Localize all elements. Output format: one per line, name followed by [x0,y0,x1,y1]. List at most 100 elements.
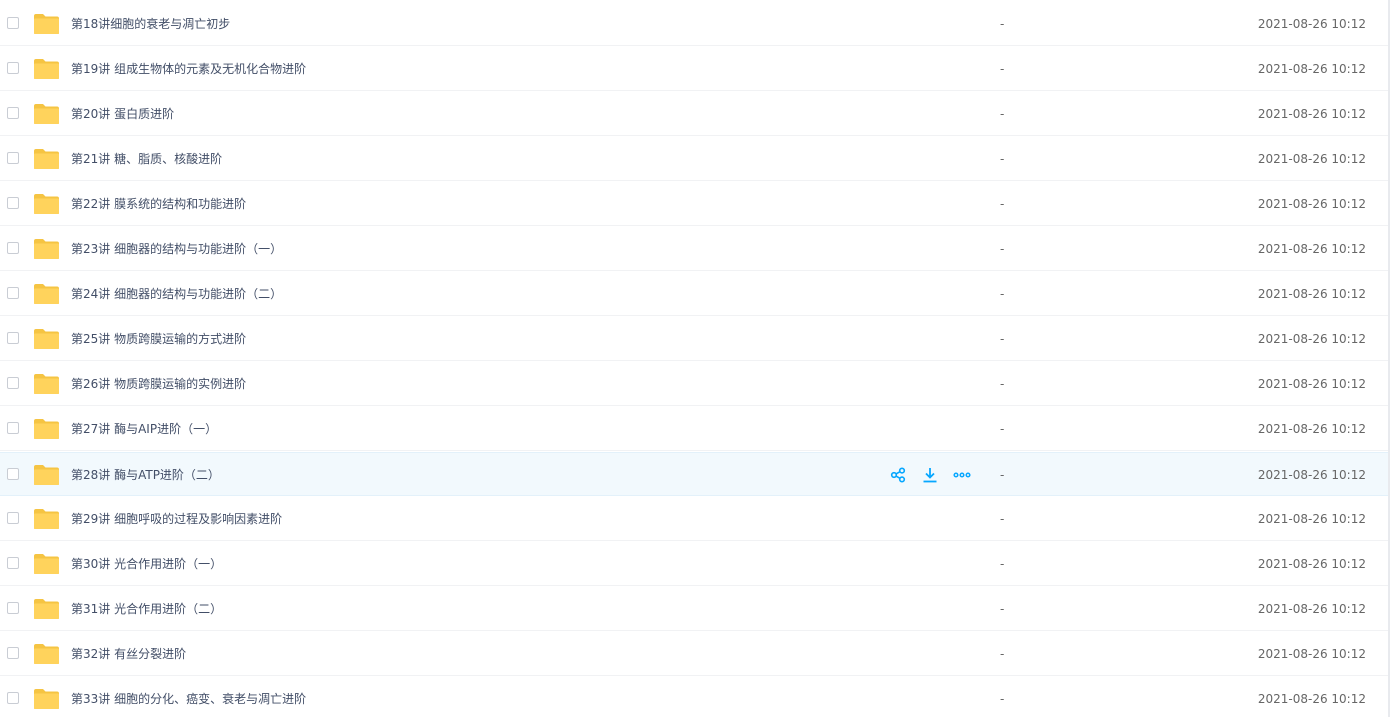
file-row[interactable]: 第30讲 光合作用进阶（一） - 2021-08-26 10:12 [0,542,1388,586]
row-checkbox[interactable] [7,692,19,704]
row-checkbox[interactable] [7,602,19,614]
modified-date: 2021-08-26 10:12 [1257,377,1366,391]
row-checkbox[interactable] [7,332,19,344]
folder-icon[interactable] [33,643,60,665]
folder-icon[interactable] [33,148,60,170]
folder-icon[interactable] [33,418,60,440]
row-checkbox[interactable] [7,242,19,254]
row-checkbox[interactable] [7,287,19,299]
row-checkbox[interactable] [7,17,19,29]
file-size: - [1000,62,1005,76]
more-icon [953,472,971,478]
folder-icon[interactable] [33,328,60,350]
file-name[interactable]: 第24讲 细胞器的结构与功能进阶（二） [71,272,282,316]
folder-icon[interactable] [33,553,60,575]
folder-icon[interactable] [33,58,60,80]
more-button[interactable] [952,465,972,485]
download-button[interactable] [920,465,940,485]
file-size: - [1000,242,1005,256]
file-name[interactable]: 第18讲细胞的衰老与凋亡初步 [71,2,230,46]
modified-date: 2021-08-26 10:12 [1257,647,1366,661]
folder-icon[interactable] [33,193,60,215]
modified-date: 2021-08-26 10:12 [1257,242,1366,256]
row-checkbox[interactable] [7,557,19,569]
file-row[interactable]: 第18讲细胞的衰老与凋亡初步 - 2021-08-26 10:12 [0,2,1388,46]
folder-icon[interactable] [33,508,60,530]
file-row[interactable]: 第24讲 细胞器的结构与功能进阶（二） - 2021-08-26 10:12 [0,272,1388,316]
row-checkbox[interactable] [7,62,19,74]
file-row[interactable]: 第31讲 光合作用进阶（二） - 2021-08-26 10:12 [0,587,1388,631]
file-name[interactable]: 第19讲 组成生物体的元素及无机化合物进阶 [71,47,306,91]
file-size: - [1000,17,1005,31]
file-size: - [1000,468,1005,482]
modified-date: 2021-08-26 10:12 [1257,17,1366,31]
file-row[interactable]: 第32讲 有丝分裂进阶 - 2021-08-26 10:12 [0,632,1388,676]
folder-icon[interactable] [33,103,60,125]
modified-date: 2021-08-26 10:12 [1257,557,1366,571]
file-row[interactable]: 第27讲 酶与AIP进阶（一） - 2021-08-26 10:12 [0,407,1388,451]
folder-icon[interactable] [33,283,60,305]
file-size: - [1000,512,1005,526]
row-checkbox[interactable] [7,197,19,209]
file-name[interactable]: 第21讲 糖、脂质、核酸进阶 [71,137,222,181]
file-row[interactable]: 第33讲 细胞的分化、癌变、衰老与凋亡进阶 - 2021-08-26 10:12 [0,677,1388,717]
modified-date: 2021-08-26 10:12 [1257,602,1366,616]
modified-date: 2021-08-26 10:12 [1257,152,1366,166]
row-actions [888,465,984,485]
file-name[interactable]: 第26讲 物质跨膜运输的实例进阶 [71,362,246,406]
file-size: - [1000,332,1005,346]
modified-date: 2021-08-26 10:12 [1257,422,1366,436]
file-size: - [1000,287,1005,301]
file-name[interactable]: 第29讲 细胞呼吸的过程及影响因素进阶 [71,497,282,541]
file-name[interactable]: 第28讲 酶与ATP进阶（二） [71,453,220,497]
file-name[interactable]: 第23讲 细胞器的结构与功能进阶（一） [71,227,282,271]
modified-date: 2021-08-26 10:12 [1257,287,1366,301]
file-row[interactable]: 第20讲 蛋白质进阶 - 2021-08-26 10:12 [0,92,1388,136]
file-name[interactable]: 第31讲 光合作用进阶（二） [71,587,222,631]
file-size: - [1000,602,1005,616]
file-row[interactable]: 第25讲 物质跨膜运输的方式进阶 - 2021-08-26 10:12 [0,317,1388,361]
row-checkbox[interactable] [7,512,19,524]
file-row[interactable]: 第26讲 物质跨膜运输的实例进阶 - 2021-08-26 10:12 [0,362,1388,406]
file-name[interactable]: 第33讲 细胞的分化、癌变、衰老与凋亡进阶 [71,677,306,717]
file-size: - [1000,647,1005,661]
row-checkbox[interactable] [7,107,19,119]
folder-icon[interactable] [33,464,60,486]
file-row[interactable]: 第28讲 酶与ATP进阶（二） - 2021-08-26 10:12 [0,452,1388,496]
row-checkbox[interactable] [7,647,19,659]
file-list: 第18讲细胞的衰老与凋亡初步 -2021-08-26 10:12 第19讲 组成生物… [0,0,1390,717]
file-row[interactable]: 第22讲 膜系统的结构和功能进阶 - 2021-08-26 10:12 [0,182,1388,226]
file-name[interactable]: 第30讲 光合作用进阶（一） [71,542,222,586]
folder-icon[interactable] [33,238,60,260]
file-size: - [1000,152,1005,166]
modified-date: 2021-08-26 10:12 [1257,512,1366,526]
row-checkbox[interactable] [7,468,19,480]
modified-date: 2021-08-26 10:12 [1257,197,1366,211]
share-icon [890,467,906,483]
modified-date: 2021-08-26 10:12 [1257,692,1366,706]
file-row[interactable]: 第23讲 细胞器的结构与功能进阶（一） - 2021-08-26 10:12 [0,227,1388,271]
row-checkbox[interactable] [7,152,19,164]
folder-icon[interactable] [33,13,60,35]
file-name[interactable]: 第27讲 酶与AIP进阶（一） [71,407,217,451]
file-name[interactable]: 第22讲 膜系统的结构和功能进阶 [71,182,246,226]
row-checkbox[interactable] [7,377,19,389]
file-size: - [1000,107,1005,121]
file-size: - [1000,557,1005,571]
file-size: - [1000,377,1005,391]
download-icon [922,467,938,483]
file-name[interactable]: 第25讲 物质跨膜运输的方式进阶 [71,317,246,361]
file-name[interactable]: 第32讲 有丝分裂进阶 [71,632,186,676]
file-name[interactable]: 第20讲 蛋白质进阶 [71,92,174,136]
share-button[interactable] [888,465,908,485]
folder-icon[interactable] [33,373,60,395]
modified-date: 2021-08-26 10:12 [1257,62,1366,76]
file-row[interactable]: 第19讲 组成生物体的元素及无机化合物进阶 - 2021-08-26 10:12 [0,47,1388,91]
file-row[interactable]: 第21讲 糖、脂质、核酸进阶 - 2021-08-26 10:12 [0,137,1388,181]
folder-icon[interactable] [33,688,60,710]
row-checkbox[interactable] [7,422,19,434]
file-size: - [1000,197,1005,211]
folder-icon[interactable] [33,598,60,620]
file-size: - [1000,422,1005,436]
file-row[interactable]: 第29讲 细胞呼吸的过程及影响因素进阶 - 2021-08-26 10:12 [0,497,1388,541]
